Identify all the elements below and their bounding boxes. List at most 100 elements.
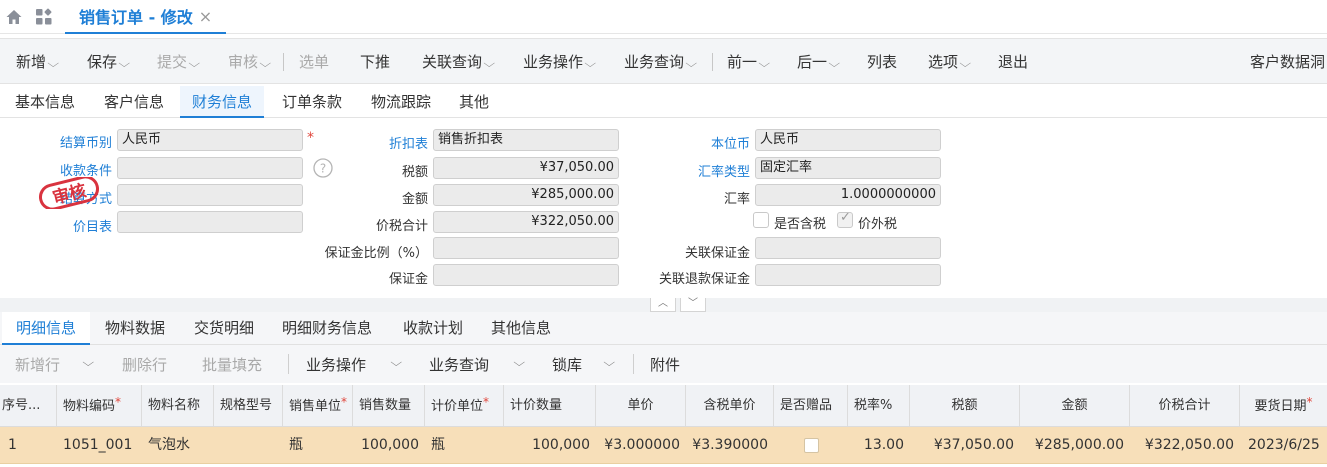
linked-query-button[interactable]: 关联查询⌵ — [422, 51, 495, 72]
settle-method-field[interactable] — [117, 184, 303, 206]
chevron-down-icon[interactable]: ⌵ — [603, 356, 615, 370]
settle-currency-field[interactable]: 人民币 — [117, 129, 303, 151]
cell-tax-unit-price[interactable]: ¥3.390000 — [686, 427, 774, 464]
cell-price-unit[interactable]: 瓶 — [425, 427, 504, 464]
chevron-down-icon[interactable]: ⌵ — [390, 356, 402, 370]
column-header-sale-unit[interactable]: 销售单位* — [283, 385, 353, 427]
push-down-button[interactable]: 下推 — [360, 51, 390, 72]
cell-tax-rate[interactable]: 13.00 — [848, 427, 910, 464]
tab-basic-info[interactable]: 基本信息 — [3, 86, 87, 118]
list-button[interactable]: 列表 — [867, 51, 897, 72]
close-icon[interactable]: × — [199, 7, 212, 26]
tab-other[interactable]: 其他 — [447, 86, 501, 118]
previous-button[interactable]: 前一⌵ — [727, 51, 770, 72]
tax-amount-field[interactable]: ¥37,050.00 — [433, 157, 619, 179]
tab-logistics-tracking[interactable]: 物流跟踪 — [359, 86, 443, 118]
settle-currency-label[interactable]: 结算币别 — [20, 132, 112, 151]
total-with-tax-field[interactable]: ¥322,050.00 — [433, 211, 619, 233]
business-query-button[interactable]: 业务查询⌵ — [624, 51, 697, 72]
tab-customer-info[interactable]: 客户信息 — [92, 86, 176, 118]
submit-button[interactable]: 提交⌵ — [157, 51, 200, 72]
cell-price-qty[interactable]: 100,000 — [504, 427, 596, 464]
discount-table-label[interactable]: 折扣表 — [330, 133, 428, 152]
column-header-tax-unit-price[interactable]: 含税单价 — [686, 385, 774, 427]
exchange-rate-field[interactable]: 1.0000000000 — [755, 184, 941, 206]
column-header-delivery-date[interactable]: 要货日期* — [1240, 385, 1327, 427]
options-button[interactable]: 选项⌵ — [928, 51, 971, 72]
chevron-down-icon[interactable]: ⌵ — [513, 356, 525, 370]
panel-splitter[interactable]: ︿ ﹀ — [0, 298, 1327, 312]
payment-terms-field[interactable] — [117, 157, 303, 179]
column-header-gift[interactable]: 是否赠品 — [774, 385, 848, 427]
next-button[interactable]: 后一⌵ — [797, 51, 840, 72]
cell-material-name[interactable]: 气泡水 — [142, 427, 214, 464]
lock-stock-button[interactable]: 锁库 — [552, 354, 582, 375]
attachment-button[interactable]: 附件 — [650, 354, 680, 375]
delete-row-button[interactable]: 删除行 — [122, 354, 167, 375]
add-row-button[interactable]: 新增行 — [15, 354, 60, 375]
save-button[interactable]: 保存⌵ — [87, 51, 130, 72]
tab-detail-info[interactable]: 明细信息 — [2, 312, 91, 345]
linked-deposit-field[interactable] — [755, 237, 941, 259]
column-header-price-unit[interactable]: 计价单位* — [425, 385, 504, 427]
cell-delivery-date[interactable]: 2023/6/25 — [1240, 427, 1327, 464]
batch-fill-button[interactable]: 批量填充 — [202, 354, 262, 375]
tab-material-data[interactable]: 物料数据 — [91, 312, 179, 345]
column-header-seq[interactable]: 序号... — [0, 385, 57, 427]
column-header-amount[interactable]: 金额 — [1020, 385, 1130, 427]
home-icon[interactable] — [5, 8, 23, 26]
cell-gift[interactable] — [774, 427, 848, 464]
linked-refund-deposit-field[interactable] — [755, 264, 941, 286]
cell-unit-price[interactable]: ¥3.000000 — [596, 427, 686, 464]
exit-button[interactable]: 退出 — [998, 51, 1028, 72]
apps-icon[interactable] — [35, 8, 53, 26]
collapse-up-icon[interactable]: ︿ — [650, 298, 676, 312]
detail-business-ops-button[interactable]: 业务操作 — [306, 354, 366, 375]
new-button[interactable]: 新增⌵ — [16, 51, 59, 72]
discount-table-field[interactable]: 销售折扣表 — [433, 129, 619, 151]
customer-insight-link[interactable]: 客户数据洞 — [1250, 51, 1325, 72]
tab-other-info[interactable]: 其他信息 — [477, 312, 565, 345]
cell-spec[interactable] — [214, 427, 283, 464]
column-header-total[interactable]: 价税合计 — [1130, 385, 1240, 427]
price-list-field[interactable] — [117, 211, 303, 233]
column-header-material-code[interactable]: 物料编码* — [57, 385, 142, 427]
tab-finance-info[interactable]: 财务信息 — [180, 86, 265, 118]
cell-sale-unit[interactable]: 瓶 — [283, 427, 353, 464]
cell-amount[interactable]: ¥285,000.00 — [1020, 427, 1130, 464]
column-header-sale-qty[interactable]: 销售数量 — [353, 385, 425, 427]
expand-down-icon[interactable]: ﹀ — [680, 298, 706, 312]
tab-detail-finance[interactable]: 明细财务信息 — [268, 312, 386, 345]
gift-checkbox[interactable] — [803, 437, 819, 453]
amount-field[interactable]: ¥285,000.00 — [433, 184, 619, 206]
cell-total[interactable]: ¥322,050.00 — [1130, 427, 1240, 464]
deposit-field[interactable] — [433, 264, 619, 286]
column-header-tax[interactable]: 税额 — [910, 385, 1020, 427]
tax-included-checkbox[interactable] — [753, 212, 769, 228]
column-header-tax-rate[interactable]: 税率% — [848, 385, 910, 427]
tax-excluded-checkbox[interactable] — [837, 210, 853, 228]
chevron-down-icon[interactable]: ⌵ — [82, 356, 94, 370]
column-header-material-name[interactable]: 物料名称 — [142, 385, 214, 427]
select-bill-button[interactable]: 选单 — [299, 51, 329, 72]
business-ops-button[interactable]: 业务操作⌵ — [523, 51, 596, 72]
cell-tax[interactable]: ¥37,050.00 — [910, 427, 1020, 464]
cell-sale-qty[interactable]: 100,000 — [353, 427, 425, 464]
cell-material-code[interactable]: 1051_001 — [57, 427, 142, 464]
local-currency-field[interactable]: 人民币 — [755, 129, 941, 151]
price-list-label[interactable]: 价目表 — [20, 216, 112, 235]
column-header-unit-price[interactable]: 单价 — [596, 385, 686, 427]
tab-collection-plan[interactable]: 收款计划 — [389, 312, 477, 345]
rate-type-field[interactable]: 固定汇率 — [755, 157, 941, 179]
local-currency-label[interactable]: 本位币 — [660, 133, 750, 152]
audit-button[interactable]: 审核⌵ — [228, 51, 271, 72]
table-row[interactable]: 1 1051_001 气泡水 瓶 100,000 瓶 100,000 ¥3.00… — [0, 427, 1327, 464]
column-header-spec[interactable]: 规格型号 — [214, 385, 283, 427]
deposit-ratio-field[interactable] — [433, 237, 619, 259]
tab-order-terms[interactable]: 订单条款 — [270, 86, 354, 118]
tab-delivery-detail[interactable]: 交货明细 — [180, 312, 268, 345]
rate-type-label[interactable]: 汇率类型 — [660, 161, 750, 180]
document-tab[interactable]: 销售订单 - 修改 × — [65, 0, 227, 34]
column-header-price-qty[interactable]: 计价数量 — [504, 385, 596, 427]
cell-seq[interactable]: 1 — [0, 427, 57, 464]
